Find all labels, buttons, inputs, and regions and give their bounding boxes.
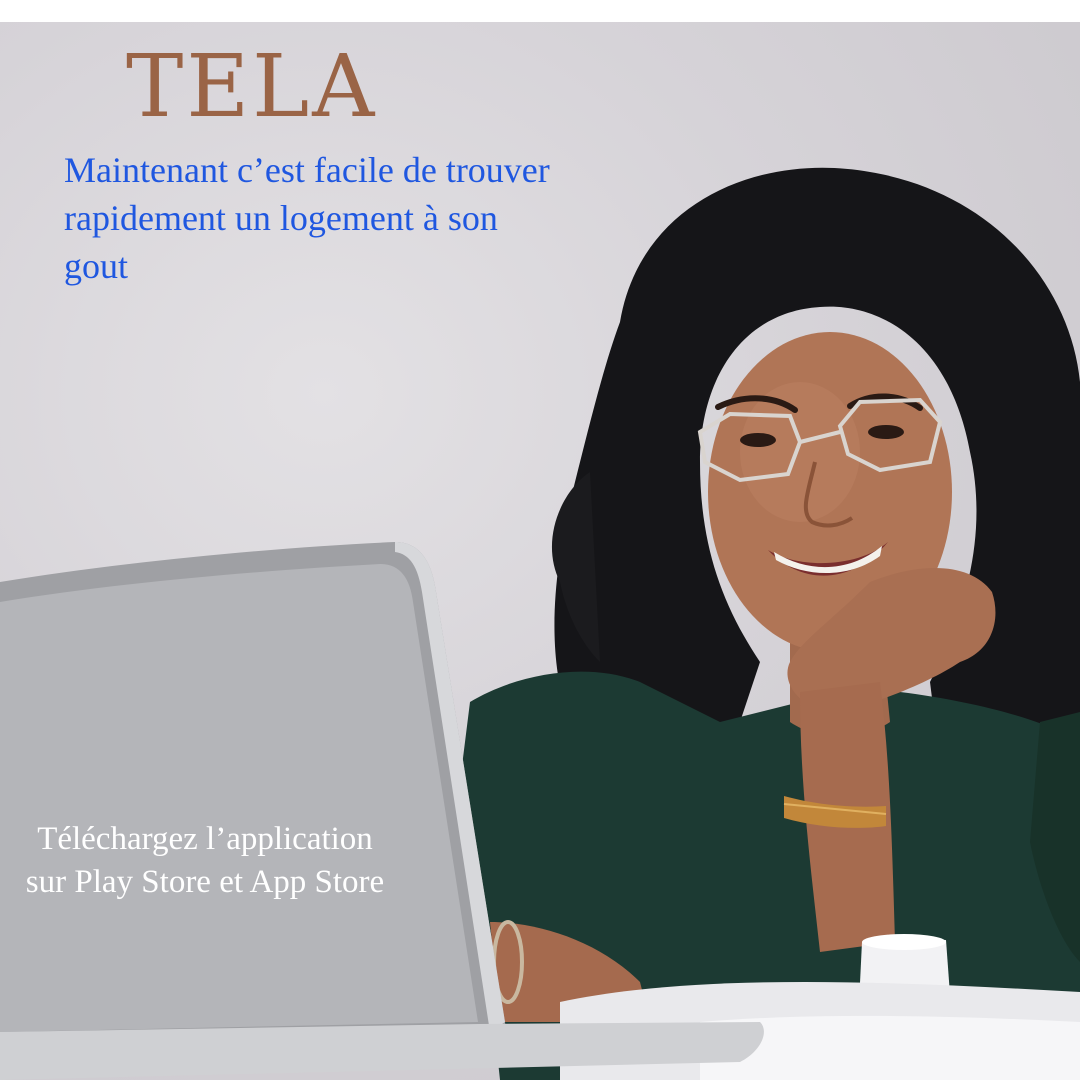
poster: TELA Maintenant c’est facile de trouver … bbox=[0, 22, 1080, 1080]
download-cta-text: Téléchargez l’application sur Play Store… bbox=[25, 821, 385, 900]
brand-title: TELA bbox=[126, 37, 378, 137]
tagline-text: Maintenant c’est facile de trouver rapid… bbox=[64, 150, 550, 286]
